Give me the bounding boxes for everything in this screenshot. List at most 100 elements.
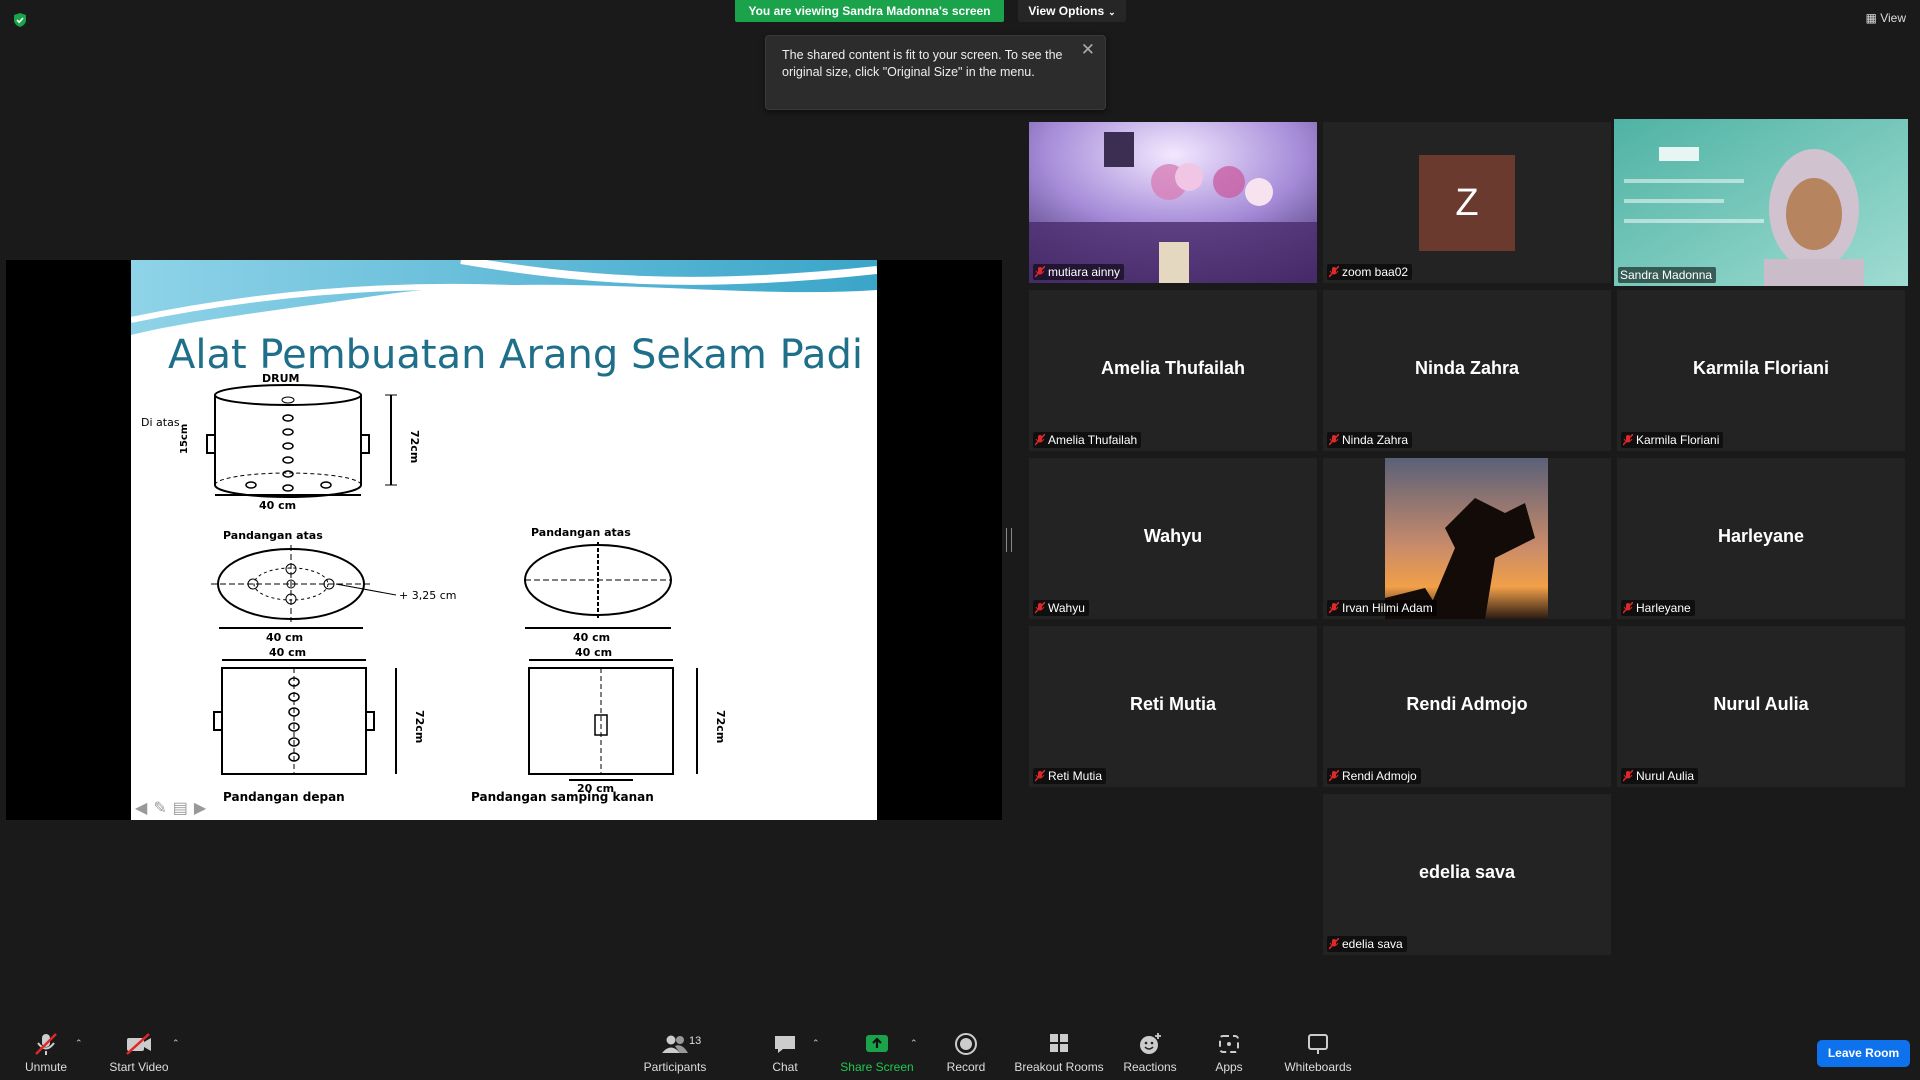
- unmute-button[interactable]: Unmute: [18, 1017, 74, 1080]
- mic-muted-icon: [1035, 266, 1045, 278]
- meeting-toolbar: Unmute ⌃ Start Video ⌃ Participants 13 C…: [0, 1017, 1920, 1080]
- mic-muted-icon: [1623, 434, 1633, 446]
- pandangan-atas-label-1: Pandangan atas: [223, 529, 323, 542]
- participant-name-label: Irvan Hilmi Adam: [1327, 600, 1437, 616]
- video-tile-mutiara-ainny[interactable]: mutiara ainny: [1029, 122, 1317, 283]
- mic-muted-icon: [1329, 938, 1339, 950]
- arrow-right-icon[interactable]: ▶: [194, 798, 206, 818]
- participant-display-name: Amelia Thufailah: [1100, 358, 1246, 378]
- share-screen-button[interactable]: Share Screen: [838, 1017, 916, 1080]
- mic-muted-icon: [1035, 602, 1045, 614]
- height-72-label: 72cm: [408, 430, 421, 463]
- participant-name-label: Reti Mutia: [1033, 768, 1107, 784]
- slide-navigation: ◀ ✎ ▤ ▶: [135, 798, 206, 818]
- apps-icon: [1219, 1035, 1239, 1053]
- pen-icon[interactable]: ✎: [153, 798, 166, 818]
- participant-display-name: Ninda Zahra: [1414, 358, 1520, 378]
- chat-button[interactable]: Chat: [763, 1017, 807, 1080]
- participant-name-label: zoom baa02: [1327, 264, 1413, 280]
- fit-screen-tooltip: The shared content is fit to your screen…: [765, 35, 1106, 110]
- video-tile-nurul-aulia[interactable]: Nurul Aulia Nurul Aulia: [1617, 626, 1905, 787]
- participant-display-name: Wahyu: [1143, 526, 1203, 546]
- video-tile-irvan-hilmi-adam[interactable]: Irvan Hilmi Adam: [1323, 458, 1611, 619]
- participant-display-name: edelia sava: [1418, 862, 1516, 882]
- reactions-icon: [1140, 1033, 1161, 1054]
- mic-muted-icon: [1329, 770, 1339, 782]
- share-options-caret-icon[interactable]: ⌃: [910, 1038, 918, 1049]
- video-tile-harleyane[interactable]: Harleyane Harleyane: [1617, 458, 1905, 619]
- participant-name-label: edelia sava: [1327, 936, 1407, 952]
- close-icon[interactable]: ✕: [1081, 40, 1095, 60]
- participant-name-label: Karmila Floriani: [1621, 432, 1724, 448]
- video-tile-sandra-madonna[interactable]: Sandra Madonna: [1614, 119, 1908, 286]
- video-tile-karmila-floriani[interactable]: Karmila Floriani Karmila Floriani: [1617, 290, 1905, 451]
- participant-display-name: Harleyane: [1717, 526, 1805, 546]
- height-72-label-3: 72cm: [714, 710, 727, 743]
- chat-bubble-icon: [775, 1036, 795, 1053]
- video-tile-rendi-admojo[interactable]: Rendi Admojo Rendi Admojo: [1323, 626, 1611, 787]
- height-72-label-2: 72cm: [413, 710, 426, 743]
- view-options-button[interactable]: View Options ⌄: [1018, 0, 1126, 22]
- whiteboards-button[interactable]: Whiteboards: [1280, 1017, 1356, 1080]
- participants-count: 13: [689, 1035, 702, 1047]
- participant-display-name: Rendi Admojo: [1406, 694, 1528, 714]
- participant-name-label: Ninda Zahra: [1327, 432, 1413, 448]
- width-40-label-1: 40 cm: [259, 499, 296, 512]
- record-button[interactable]: Record: [942, 1017, 990, 1080]
- viewing-screen-banner: You are viewing Sandra Madonna's screen: [735, 0, 1004, 22]
- height-15-label: 15cm: [179, 424, 190, 454]
- mic-muted-icon: [35, 1033, 57, 1055]
- apps-button[interactable]: Apps: [1208, 1017, 1250, 1080]
- width-40-label-3: 40 cm: [573, 631, 610, 644]
- participant-video: [1029, 122, 1317, 283]
- shield-check-icon[interactable]: [12, 12, 28, 28]
- width-40-label-4: 40 cm: [269, 646, 306, 659]
- mic-muted-icon: [1329, 434, 1339, 446]
- view-options-label: View Options: [1028, 4, 1105, 18]
- pandangan-samping-label: Pandangan samping kanan: [471, 790, 654, 804]
- video-options-caret-icon[interactable]: ⌃: [172, 1038, 180, 1049]
- shared-slide: Alat Pembuatan Arang Sekam Padi DRUM 72c…: [131, 260, 877, 820]
- record-icon: [955, 1033, 977, 1055]
- video-tile-amelia-thufailah[interactable]: Amelia Thufailah Amelia Thufailah: [1029, 290, 1317, 451]
- leave-room-button[interactable]: Leave Room: [1817, 1040, 1910, 1067]
- panel-splitter-handle[interactable]: [1006, 528, 1012, 552]
- slide-wave-decoration: [131, 260, 877, 335]
- mic-muted-icon: [1035, 434, 1045, 446]
- video-off-icon: [126, 1033, 151, 1055]
- participants-icon: [662, 1035, 688, 1053]
- drum-label: DRUM: [262, 372, 299, 385]
- whiteboard-icon: [1308, 1034, 1328, 1054]
- share-screen-icon: [866, 1035, 888, 1052]
- width-40-label-2: 40 cm: [266, 631, 303, 644]
- start-video-button[interactable]: Start Video: [104, 1017, 174, 1080]
- reactions-button[interactable]: Reactions: [1120, 1017, 1180, 1080]
- menu-icon[interactable]: ▤: [173, 798, 188, 818]
- mic-muted-icon: [1329, 602, 1339, 614]
- participant-name-label: Wahyu: [1033, 600, 1089, 616]
- pm-3-25-label: + 3,25 cm: [399, 589, 456, 602]
- participant-display-name: Reti Mutia: [1129, 694, 1216, 714]
- view-button[interactable]: ▦ View: [1866, 11, 1906, 25]
- video-tile-edelia-sava[interactable]: edelia sava edelia sava: [1323, 794, 1611, 955]
- breakout-rooms-button[interactable]: Breakout Rooms: [1012, 1017, 1106, 1080]
- view-label: View: [1880, 11, 1906, 25]
- audio-options-caret-icon[interactable]: ⌃: [75, 1038, 83, 1049]
- video-tile-reti-mutia[interactable]: Reti Mutia Reti Mutia: [1029, 626, 1317, 787]
- video-tile-ninda-zahra[interactable]: Ninda Zahra Ninda Zahra: [1323, 290, 1611, 451]
- pandangan-atas-label-2: Pandangan atas: [531, 526, 631, 539]
- arrow-left-icon[interactable]: ◀: [135, 798, 147, 818]
- mic-muted-icon: [1035, 770, 1045, 782]
- breakout-rooms-icon: [1050, 1034, 1068, 1052]
- participant-name-label: Rendi Admojo: [1327, 768, 1421, 784]
- grid-icon: ▦: [1865, 11, 1877, 25]
- mic-muted-icon: [1623, 602, 1633, 614]
- participant-name-label: Sandra Madonna: [1618, 267, 1717, 283]
- participants-button[interactable]: Participants: [640, 1017, 710, 1080]
- chat-options-caret-icon[interactable]: ⌃: [812, 1038, 820, 1049]
- video-tile-wahyu[interactable]: Wahyu Wahyu: [1029, 458, 1317, 619]
- video-tile-zoom-baa02[interactable]: Z zoom baa02: [1323, 122, 1611, 283]
- participant-name-label: mutiara ainny: [1033, 264, 1125, 280]
- pandangan-depan-label: Pandangan depan: [223, 790, 345, 804]
- participant-name-label: Harleyane: [1621, 600, 1695, 616]
